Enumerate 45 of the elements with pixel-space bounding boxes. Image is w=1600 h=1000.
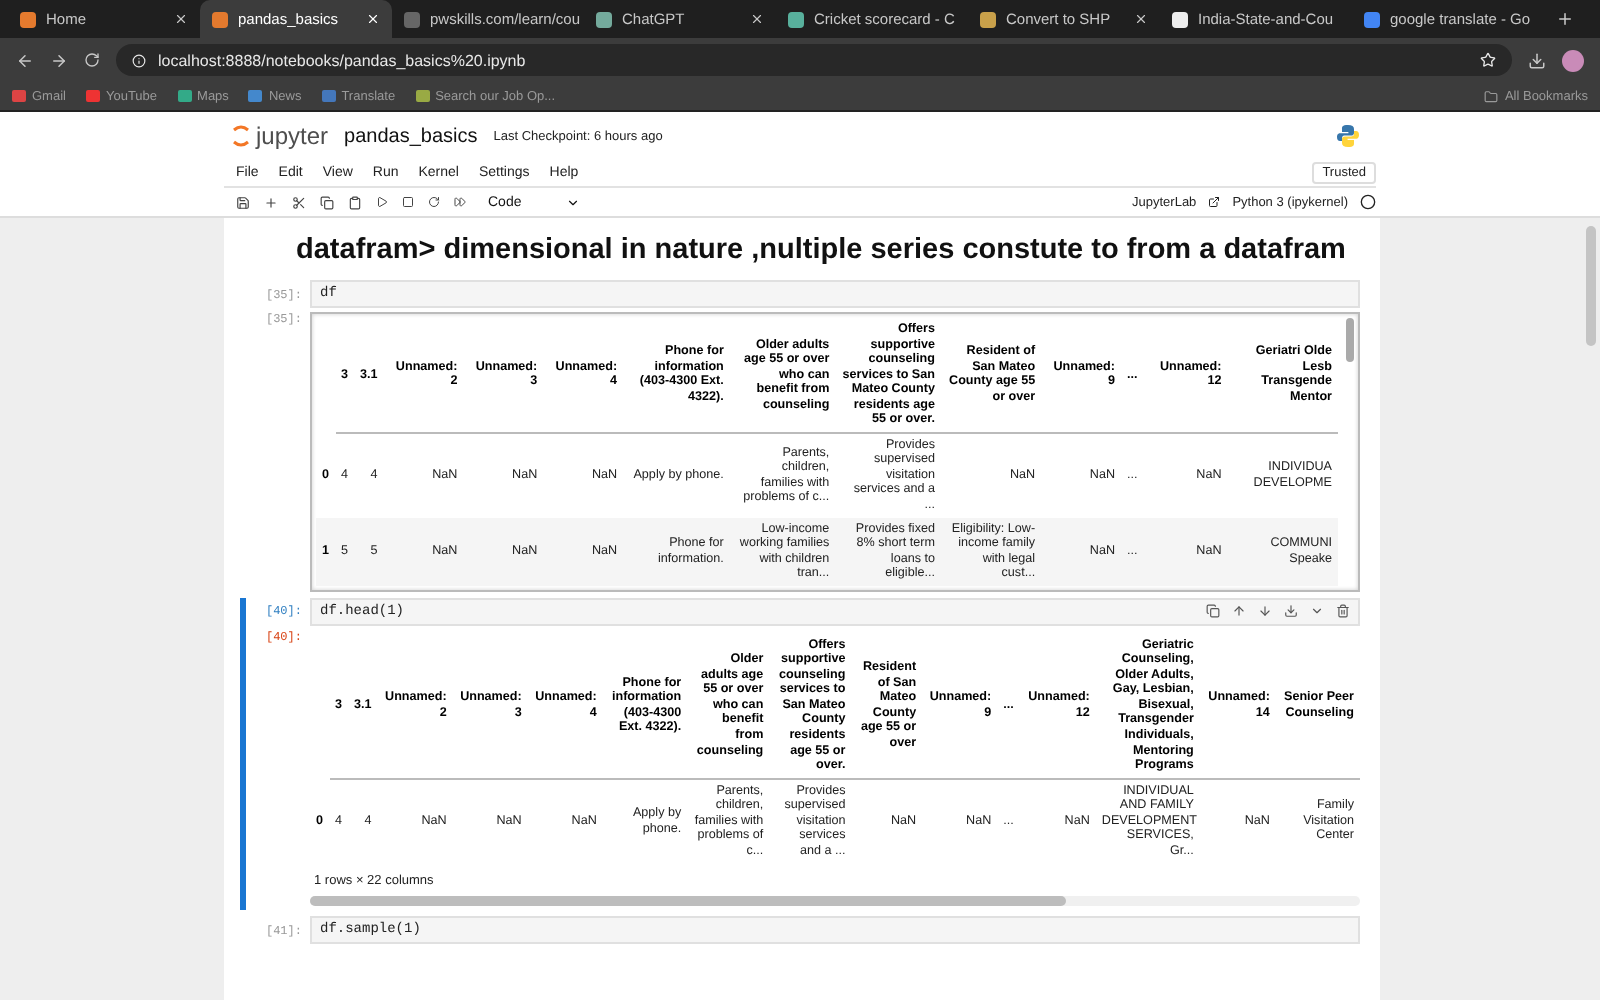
new-tab-icon[interactable]	[1556, 10, 1574, 28]
jupyter-logo[interactable]: jupyter	[232, 122, 329, 150]
delete-icon[interactable]	[1336, 604, 1350, 619]
page-scrollbar[interactable]	[1586, 226, 1596, 346]
info-icon[interactable]	[132, 53, 146, 67]
kernel-status-icon	[1360, 194, 1376, 210]
folder-icon	[1484, 89, 1499, 103]
python-logo-icon	[1336, 124, 1360, 148]
favicon-icon	[1172, 11, 1188, 27]
cut-icon[interactable]	[292, 195, 306, 209]
external-link-icon	[1208, 196, 1221, 208]
chevron-down-icon	[565, 195, 580, 209]
move-up-icon[interactable]	[1232, 604, 1246, 619]
forward-icon[interactable]	[50, 51, 68, 69]
copy-icon[interactable]	[320, 195, 334, 209]
add-cell-icon[interactable]	[264, 195, 278, 209]
favicon-icon	[1364, 11, 1380, 27]
reload-icon[interactable]	[84, 52, 100, 68]
run-all-icon[interactable]	[454, 196, 466, 208]
favicon-icon	[20, 11, 36, 27]
back-icon[interactable]	[16, 51, 34, 69]
profile-avatar[interactable]	[1562, 49, 1584, 71]
move-down-icon[interactable]	[1258, 604, 1272, 619]
download-icon[interactable]	[1528, 51, 1546, 69]
stop-icon[interactable]	[402, 196, 414, 208]
favicon-icon	[980, 11, 996, 27]
scrollbar-thumb[interactable]	[1346, 318, 1354, 362]
favicon-icon	[404, 11, 420, 27]
duplicate-icon[interactable]	[1206, 604, 1220, 619]
url-text: localhost:8888/notebooks/pandas_basics%20.ipynb	[158, 51, 526, 69]
favicon-icon	[596, 11, 612, 27]
close-icon[interactable]	[1134, 12, 1148, 26]
address-bar[interactable]: localhost:8888/notebooks/pandas_basics%20.ipynb	[116, 44, 1512, 76]
save-icon[interactable]	[236, 195, 250, 209]
paste-icon[interactable]	[348, 195, 362, 209]
horizontal-scrollbar[interactable]	[310, 896, 1360, 907]
close-icon[interactable]	[750, 12, 764, 26]
favicon-icon	[788, 11, 804, 27]
notebook-name[interactable]: pandas_basics	[344, 125, 478, 147]
run-icon[interactable]	[376, 196, 388, 208]
bookmark-star-icon[interactable]	[1480, 52, 1496, 68]
restart-icon[interactable]	[428, 196, 440, 208]
close-icon[interactable]	[174, 12, 188, 26]
markdown-heading: datafram> dimensional in nature ,nultiple series constute to from a datafram	[296, 234, 1348, 266]
favicon-icon	[212, 11, 228, 27]
